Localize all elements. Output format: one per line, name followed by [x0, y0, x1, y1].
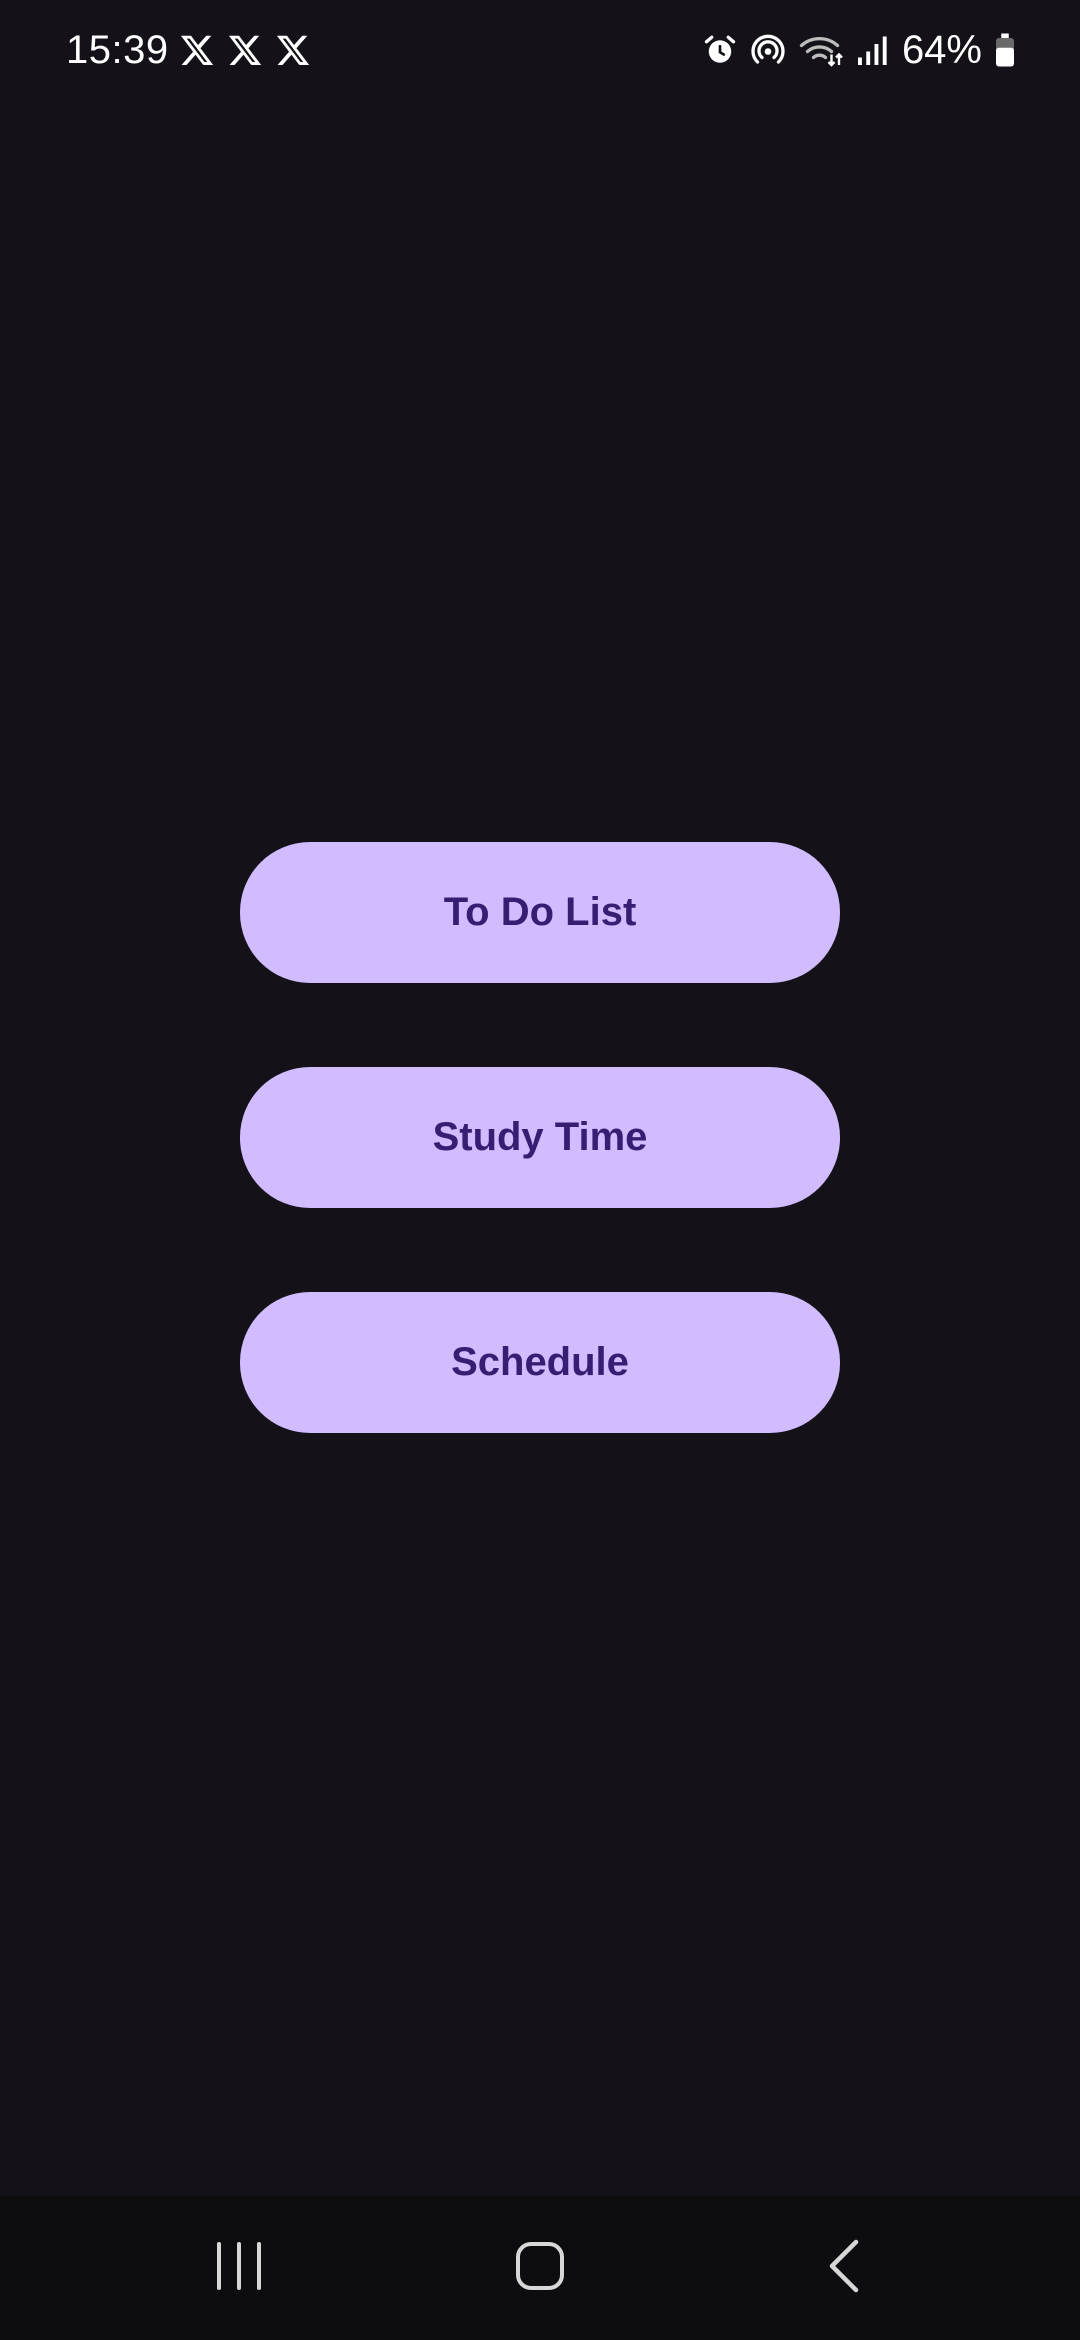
back-button[interactable] — [804, 2236, 884, 2300]
notification-icons — [178, 32, 312, 68]
navigation-bar — [0, 2196, 1080, 2340]
home-button[interactable] — [500, 2236, 580, 2300]
home-icon — [514, 2240, 566, 2297]
wifi-icon — [798, 32, 844, 68]
study-time-button[interactable]: Study Time — [240, 1067, 840, 1208]
signal-icon — [856, 32, 890, 68]
recents-icon — [214, 2240, 264, 2297]
battery-icon — [994, 32, 1016, 68]
x-icon — [226, 32, 264, 68]
main-menu: To Do List Study Time Schedule — [240, 842, 840, 1517]
battery-percent: 64% — [901, 28, 982, 72]
x-icon — [178, 32, 216, 68]
hotspot-icon — [750, 32, 786, 68]
app-screen: 15:39 64% To Do List Study Time Schedule — [0, 0, 1080, 2340]
back-icon — [826, 2238, 862, 2299]
x-icon — [274, 32, 312, 68]
status-bar: 15:39 64% — [0, 0, 1080, 100]
to-do-list-button[interactable]: To Do List — [240, 842, 840, 983]
status-time: 15:39 — [66, 28, 169, 72]
recents-button[interactable] — [199, 2236, 279, 2300]
schedule-button[interactable]: Schedule — [240, 1292, 840, 1433]
system-status-icons: 64% — [702, 28, 1016, 72]
alarm-icon — [702, 32, 738, 68]
